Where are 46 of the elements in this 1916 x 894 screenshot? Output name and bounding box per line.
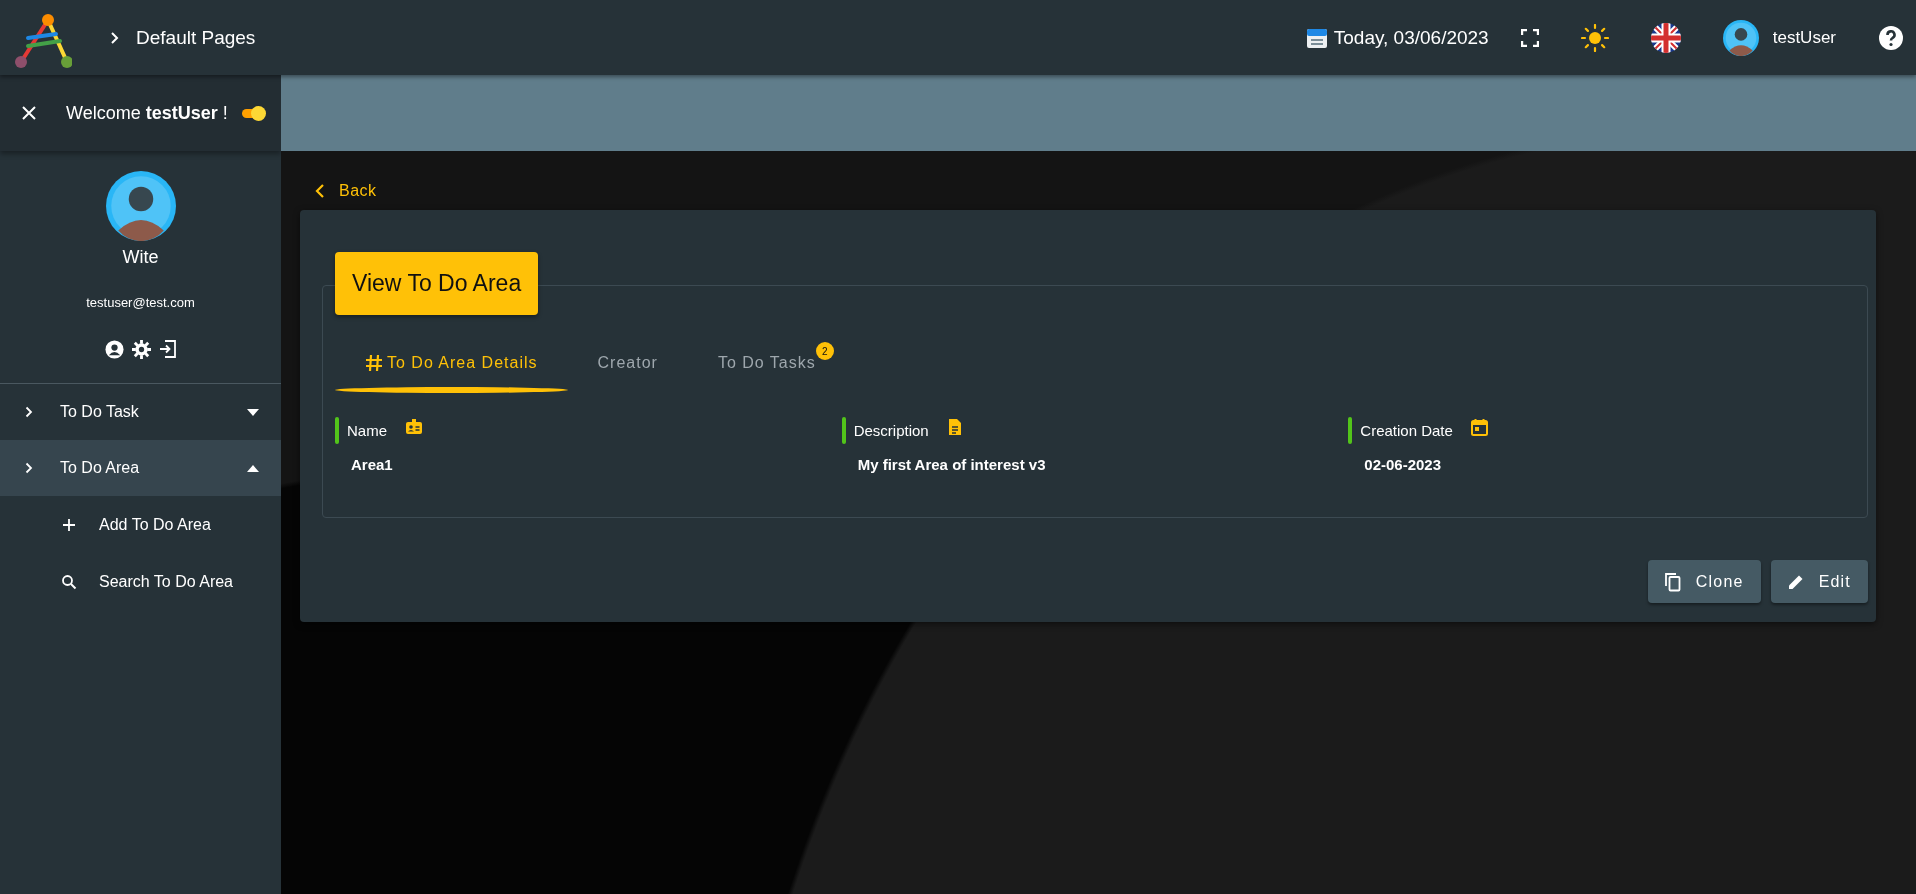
chevron-right-icon	[25, 406, 33, 418]
calendar-icon	[1305, 26, 1328, 49]
settings-icon[interactable]	[131, 340, 151, 359]
field-label: Description	[853, 422, 929, 439]
edit-button[interactable]: Edit	[1770, 560, 1868, 603]
submenu-item[interactable]: Search To Do Area	[0, 553, 281, 610]
id-badge-icon	[405, 417, 423, 436]
field-label: Name	[347, 422, 387, 439]
field-value: Area1	[351, 456, 394, 473]
avatar-icon	[1722, 19, 1759, 56]
submenu-item[interactable]: Add To Do Area	[0, 496, 281, 553]
chevron-left-icon	[315, 183, 325, 199]
welcome-text: Welcome testUser !	[66, 102, 228, 124]
tab[interactable]: Creator	[567, 346, 688, 393]
avatar-icon	[105, 171, 176, 241]
count-badge: 2	[815, 342, 834, 360]
back-link[interactable]: Back	[315, 182, 377, 200]
field-value: My first Area of interest v3	[857, 456, 1047, 473]
profile-name: Wite	[122, 247, 159, 268]
sun-icon[interactable]	[1580, 23, 1609, 52]
menu-item[interactable]: To Do Area	[0, 440, 281, 496]
help-icon[interactable]	[1878, 24, 1904, 51]
today-date: Today, 03/06/2023	[1333, 26, 1489, 49]
username[interactable]: testUser	[1772, 27, 1836, 48]
menu-item[interactable]: To Do Task	[0, 384, 281, 440]
document-icon	[946, 417, 963, 436]
plus-icon	[61, 516, 77, 533]
chevron-right-icon	[110, 30, 120, 45]
copy-icon	[1663, 571, 1682, 592]
flag-icon[interactable]	[1650, 22, 1681, 53]
logout-icon[interactable]	[158, 340, 177, 358]
toggle-switch[interactable]	[241, 105, 266, 121]
calendar-icon	[1470, 417, 1488, 436]
chevron-right-icon	[25, 462, 33, 474]
breadcrumb-text[interactable]: Default Pages	[136, 26, 256, 49]
hash-icon	[365, 354, 383, 372]
search-icon	[61, 573, 77, 590]
field-value: 02-06-2023	[1364, 456, 1443, 473]
account-icon[interactable]	[104, 340, 124, 359]
tab[interactable]: To Do Area Details	[335, 346, 568, 393]
card-title: View To Do Area	[335, 252, 539, 315]
fullscreen-icon[interactable]	[1520, 28, 1539, 47]
clone-button[interactable]: Clone	[1647, 560, 1761, 603]
profile-email: testuser@test.com	[86, 295, 195, 310]
close-icon[interactable]	[22, 106, 36, 120]
field-label: Creation Date	[1360, 422, 1453, 439]
